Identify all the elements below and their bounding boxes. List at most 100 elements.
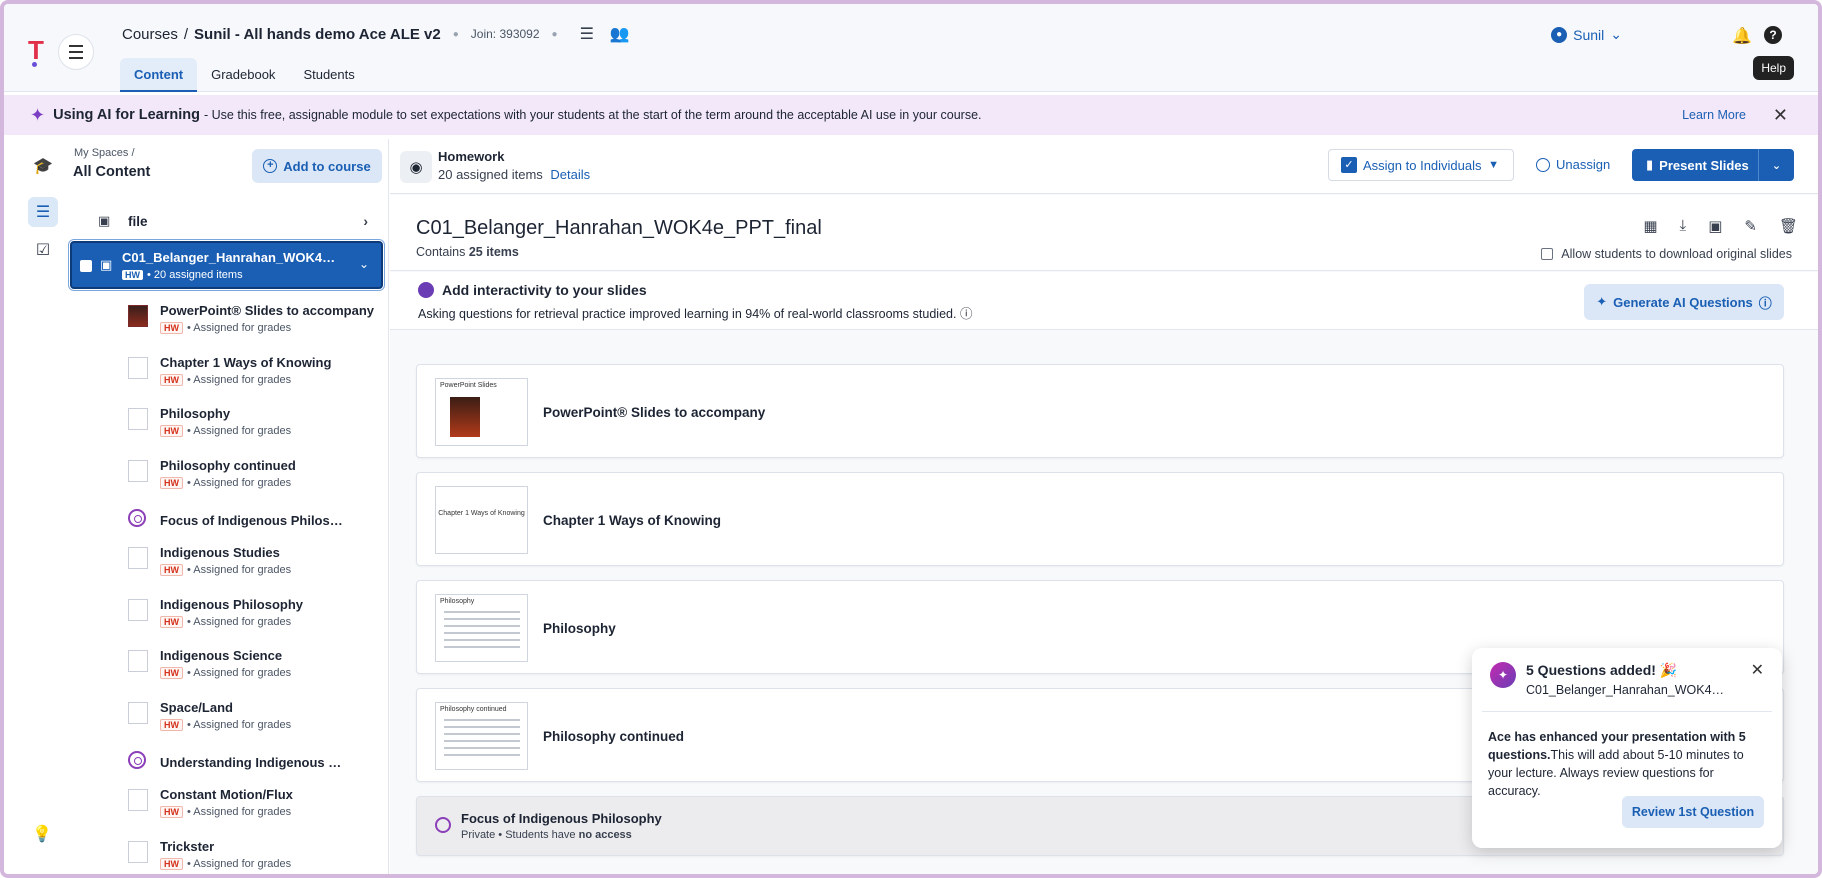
content-list-icon[interactable]: ☰ (28, 197, 58, 227)
info-icon[interactable]: ⓘ (960, 307, 973, 321)
list-item[interactable]: Indigenous Philosophy HW • Assigned for g… (128, 591, 388, 643)
tab-gradebook[interactable]: Gradebook (197, 58, 289, 92)
dot-separator: ● (452, 28, 459, 40)
add-to-course-button[interactable]: + Add to course (252, 149, 382, 183)
settings-sliders-icon[interactable]: ☰ (580, 24, 594, 44)
assign-to-individuals-button[interactable]: ✓ Assign to Individuals ▼ (1328, 149, 1514, 181)
list-item[interactable]: Philosophy continued HW • Assigned for gr… (128, 452, 388, 504)
list-item[interactable]: PowerPoint® Slides to accompany HW • Assi… (128, 297, 388, 349)
assignment-check-icon[interactable]: ☑ (28, 235, 58, 265)
list-item[interactable]: Philosophy HW • Assigned for grades (128, 400, 388, 452)
slide-thumbnail (128, 598, 148, 621)
homework-subtitle: 20 assigned items Details (438, 167, 590, 182)
tab-content[interactable]: Content (120, 58, 198, 92)
item-status: HW • Assigned for grades (160, 476, 291, 489)
ai-subtitle: Asking questions for retrieval practice … (418, 303, 972, 322)
notifications-bell-icon[interactable]: 🔔 (1732, 26, 1752, 46)
deck-count: Contains 25 items (416, 245, 519, 259)
ace-icon: ✦ (1490, 662, 1516, 688)
people-icon[interactable]: 👥 (610, 24, 630, 44)
learn-more-link[interactable]: Learn More (1682, 108, 1746, 122)
content-sidebar: My Spaces / All Content + Add to course … (68, 139, 450, 875)
item-title: Indigenous Science (160, 648, 283, 663)
hw-badge: HW (160, 806, 183, 818)
slide-tree: PowerPoint® Slides to accompany HW • Assi… (128, 297, 450, 875)
item-title: Chapter 1 Ways of Knowing (160, 354, 332, 370)
allow-download-option[interactable]: Allow students to download original slid… (1541, 247, 1792, 261)
question-title: Focus of Indigenous Philosophy (461, 811, 662, 826)
item-status-text: • Assigned for grades (187, 857, 292, 870)
allow-download-checkbox[interactable] (1541, 248, 1554, 260)
deck-title: C01_Belanger_Hanrahan_WOK4e_PPT_final (416, 217, 822, 239)
list-item[interactable]: Trickster HW • Assigned for grades (128, 833, 388, 875)
slide-thumbnail (128, 840, 148, 863)
help-tooltip: Help (1753, 56, 1794, 80)
lightbulb-icon[interactable]: 💡 (32, 824, 52, 844)
my-spaces-link[interactable]: My Spaces / (74, 147, 135, 159)
selected-presentation-row[interactable]: ▣ C01_Belanger_Hanrahan_WOK4e_PPT_final … (68, 239, 385, 291)
download-icon[interactable]: ⤓ (1680, 217, 1687, 235)
slide-card[interactable]: PowerPoint Slides PowerPoint® Slides to … (416, 364, 1784, 458)
details-link[interactable]: Details (550, 167, 590, 182)
present-options-chevron-icon[interactable]: ⌄ (1758, 149, 1794, 181)
user-name: Sunil (1573, 26, 1605, 43)
trash-icon[interactable]: 🗑 (1779, 217, 1798, 235)
ai-title: Add interactivity to your slides (442, 282, 647, 298)
list-item[interactable]: Indigenous Science HW • Assigned for grad… (128, 642, 388, 694)
thumb-caption: PowerPoint Slides (440, 382, 497, 389)
slide-thumbnail (128, 305, 148, 327)
edit-pen-icon[interactable]: ✎ (1744, 217, 1757, 235)
item-status-text: • Assigned for grades (187, 806, 292, 818)
list-item[interactable]: Chapter 1 Ways of Knowing HW • Assigned f… (128, 349, 388, 401)
menu-button[interactable] (58, 34, 94, 70)
slide-card[interactable]: Chapter 1 Ways of Knowing Chapter 1 Ways… (416, 472, 1784, 566)
generate-ai-questions-button[interactable]: ✦ Generate AI Questions ⓘ (1584, 284, 1784, 320)
slide-title: Philosophy (543, 621, 616, 636)
deck-contains-label: Contains (416, 245, 466, 259)
select-checkbox[interactable] (80, 260, 92, 272)
allow-download-label: Allow students to download original slid… (1561, 247, 1792, 261)
close-banner-icon[interactable]: ✕ (1773, 105, 1788, 126)
hw-badge: HW (160, 322, 183, 334)
hamburger-icon (69, 43, 83, 61)
app-logo[interactable]: T (28, 37, 48, 67)
review-first-question-button[interactable]: Review 1st Question (1622, 796, 1764, 828)
close-toast-icon[interactable]: ✕ (1751, 660, 1764, 680)
hw-badge: HW (160, 615, 183, 628)
present-slides-button[interactable]: ▮ Present Slides ⌄ (1632, 149, 1794, 181)
banner-text: - Use this free, assignable module to se… (203, 108, 982, 122)
presentation-icon: ▣ (98, 213, 111, 228)
item-status-text: • Assigned for grades (187, 615, 292, 628)
list-item[interactable]: Indigenous Studies HW • Assigned for grad… (128, 539, 388, 591)
list-item[interactable]: Constant Motion/Flux HW • Assigned for gr… (128, 781, 388, 833)
info-icon: ⓘ (1758, 295, 1772, 311)
item-status: HW • Assigned for grades (160, 322, 291, 334)
chevron-down-icon[interactable]: ⌄ (359, 257, 369, 271)
deck-item-count: 25 items (468, 245, 519, 259)
breadcrumb-courses[interactable]: Courses (122, 26, 178, 43)
graduation-cap-icon[interactable]: 🎓 (28, 151, 58, 181)
course-tabs: Content Gradebook Students (120, 58, 369, 92)
thumb-text-lines (444, 719, 520, 761)
item-status-text: • Assigned for grades (187, 564, 292, 576)
all-content-title: All Content (73, 164, 151, 180)
user-menu[interactable]: ● Sunil ⌄ (1551, 26, 1622, 43)
question-icon (128, 509, 146, 527)
left-rail: 🎓 ☰ ☑ (4, 139, 68, 874)
tab-students[interactable]: Students (289, 58, 368, 92)
slide-thumbnail (128, 356, 148, 379)
list-item-question[interactable]: Understanding Indigenous Philosophy (128, 745, 450, 781)
chevron-right-icon: › (363, 213, 368, 229)
powerpoint-icon[interactable]: ▦ (1643, 217, 1657, 235)
slideshow-icon[interactable]: ▣ (1708, 217, 1722, 235)
file-folder-row[interactable]: ▣ file › (98, 209, 388, 233)
generate-label: Generate AI Questions (1613, 294, 1753, 310)
item-status-text: • Assigned for grades (187, 718, 292, 731)
help-icon[interactable]: ? (1764, 26, 1782, 44)
list-item[interactable]: Space/Land HW • Assigned for grades (128, 694, 388, 746)
ai-learning-banner: ✦ Using AI for Learning - Use this free,… (4, 95, 1818, 135)
thumb-caption: Chapter 1 Ways of Knowing (438, 510, 525, 517)
list-item-question[interactable]: Focus of Indigenous Philosophy (128, 503, 450, 539)
unassign-button[interactable]: Unassign (1536, 157, 1610, 172)
eye-hidden-icon[interactable]: ◉ (400, 151, 432, 183)
